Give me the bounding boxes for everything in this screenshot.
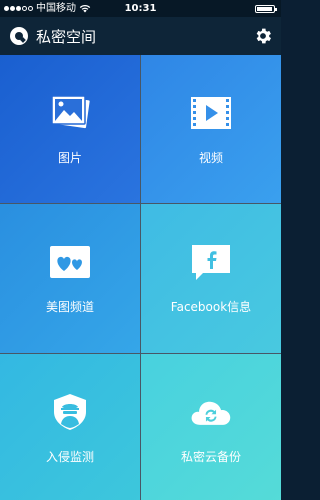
tile-label: 入侵监测 — [45, 449, 94, 464]
gear-icon[interactable] — [253, 26, 273, 46]
tile-photos[interactable]: 图片 — [0, 55, 140, 203]
tile-label: 视频 — [198, 150, 223, 165]
status-time: 10:31 — [124, 3, 157, 14]
tile-cloud-backup[interactable]: 私密云备份 — [141, 354, 281, 500]
page-title: 私密空间 — [36, 27, 97, 46]
tile-video[interactable]: 视频 — [141, 55, 281, 203]
status-bar: 中国移动 10:31 — [0, 0, 281, 17]
facebook-chat-icon — [189, 242, 233, 282]
cloud-sync-icon — [189, 392, 233, 432]
app-logo-icon — [10, 27, 28, 45]
intruder-shield-icon — [48, 392, 92, 432]
nav-bar: 私密空间 — [0, 17, 281, 55]
tile-facebook-messages[interactable]: Facebook信息 — [141, 204, 281, 353]
tile-label: 美图频道 — [45, 300, 94, 314]
hearts-icon — [48, 242, 92, 282]
tile-label: 图片 — [57, 150, 82, 165]
tile-intrusion-detection[interactable]: 入侵监测 — [0, 354, 140, 500]
tile-label: 私密云备份 — [180, 449, 241, 464]
video-icon — [189, 93, 233, 133]
tile-beauty-channel[interactable]: 美图频道 — [0, 204, 140, 353]
battery-icon — [255, 5, 277, 13]
feature-grid: 图片 视频 美图频道 Facebook信息 入侵监测 私密云备份 — [0, 55, 281, 500]
photos-icon — [48, 93, 92, 133]
tile-label: Facebook信息 — [170, 300, 252, 314]
